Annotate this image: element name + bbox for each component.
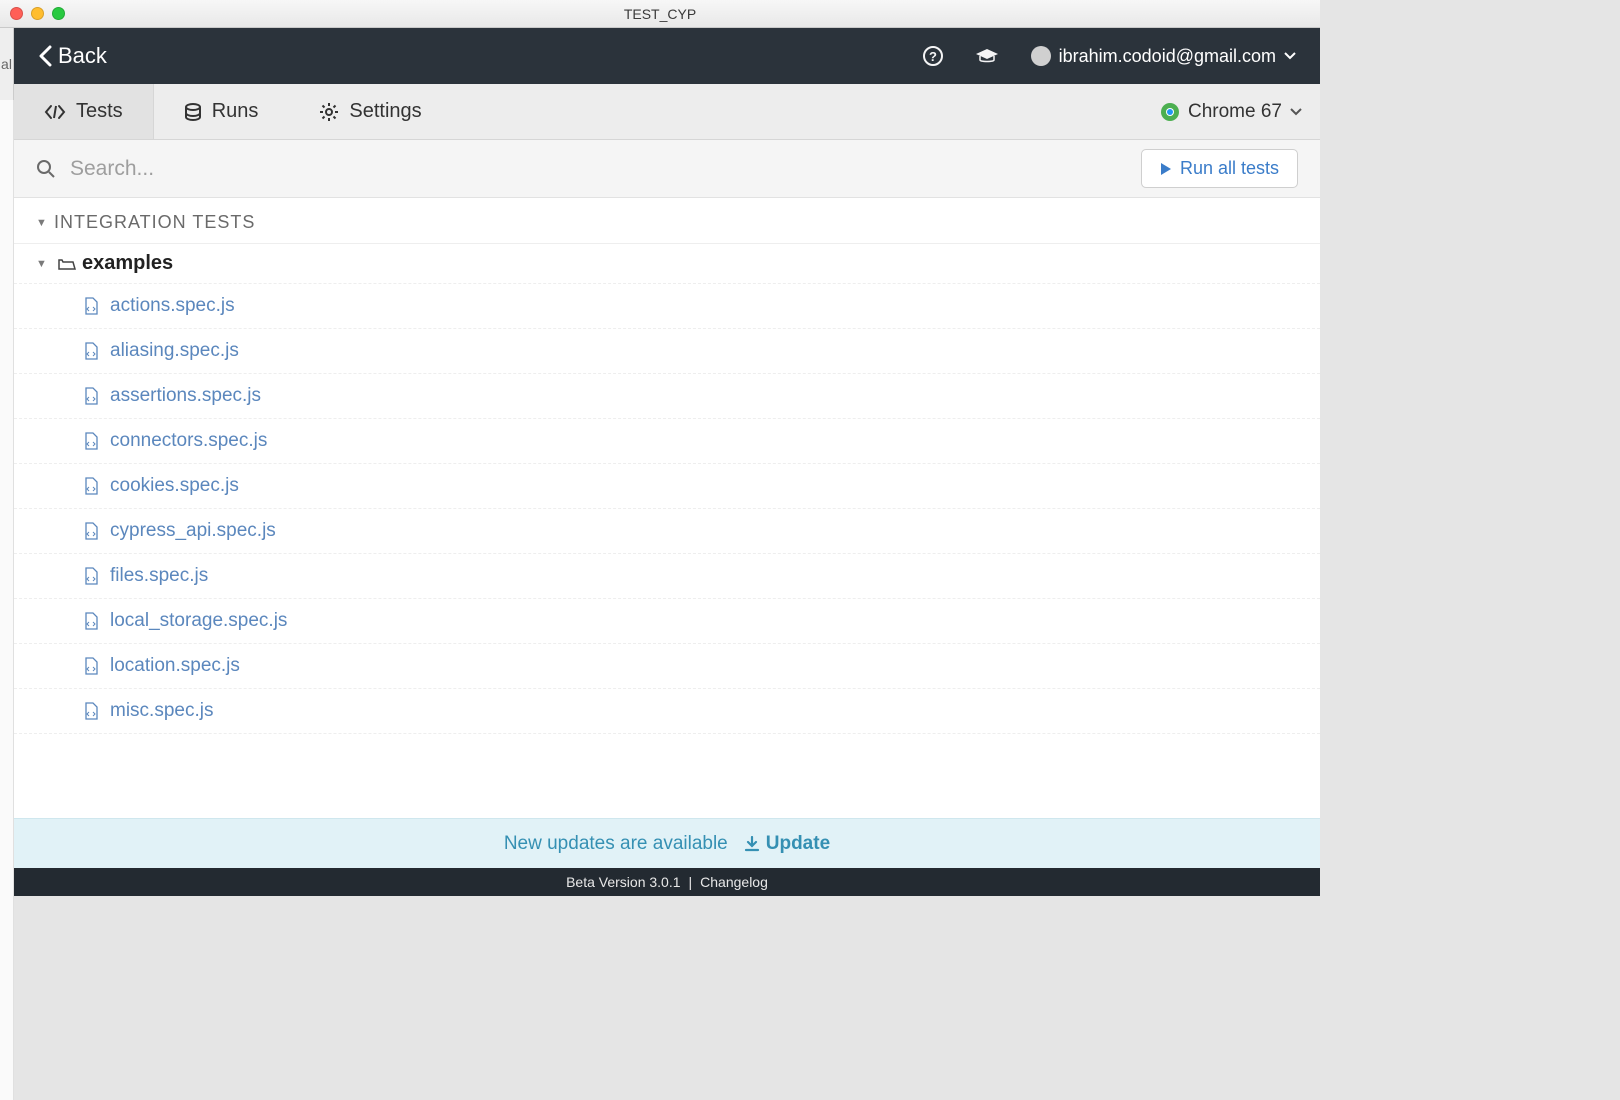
tab-runs[interactable]: Runs — [154, 84, 290, 139]
left-edge-stub: al — [0, 28, 14, 100]
file-code-icon — [84, 477, 98, 495]
titlebar: TEST_CYP — [0, 0, 1320, 28]
spec-file-name: misc.spec.js — [110, 700, 213, 722]
user-menu[interactable]: ibrahim.codoid@gmail.com — [1031, 46, 1296, 67]
caret-down-icon: ▼ — [36, 217, 48, 229]
database-icon — [184, 103, 202, 121]
file-code-icon — [84, 297, 98, 315]
spec-file[interactable]: local_storage.spec.js — [14, 599, 1320, 644]
search-icon — [36, 159, 56, 179]
spec-file[interactable]: location.spec.js — [14, 644, 1320, 689]
chevron-down-icon — [1290, 108, 1302, 116]
file-code-icon — [84, 657, 98, 675]
file-code-icon — [84, 612, 98, 630]
folder-open-icon — [58, 257, 76, 271]
tab-runs-label: Runs — [212, 100, 259, 123]
spec-file-name: actions.spec.js — [110, 295, 235, 317]
spec-file[interactable]: cypress_api.spec.js — [14, 509, 1320, 554]
run-all-tests-button[interactable]: Run all tests — [1141, 149, 1298, 188]
update-banner: New updates are available Update — [14, 818, 1320, 868]
footer: Beta Version 3.0.1 | Changelog — [14, 868, 1320, 896]
file-code-icon — [84, 432, 98, 450]
search-input[interactable] — [70, 157, 1127, 181]
spec-file-name: assertions.spec.js — [110, 385, 261, 407]
caret-down-icon: ▼ — [36, 258, 47, 270]
spec-file-name: connectors.spec.js — [110, 430, 267, 452]
chevron-down-icon — [1284, 52, 1296, 60]
spec-file-name: files.spec.js — [110, 565, 208, 587]
spec-file[interactable]: actions.spec.js — [14, 284, 1320, 329]
tab-tests[interactable]: Tests — [14, 84, 154, 139]
spec-file[interactable]: assertions.spec.js — [14, 374, 1320, 419]
spec-file[interactable]: misc.spec.js — [14, 689, 1320, 734]
section-title: INTEGRATION TESTS — [54, 212, 255, 233]
minimize-window-button[interactable] — [31, 7, 44, 20]
changelog-link[interactable]: Changelog — [700, 874, 768, 890]
user-email: ibrahim.codoid@gmail.com — [1059, 46, 1276, 67]
app-window: TEST_CYP al Back ? ibrahim.codoid@gmail.… — [0, 0, 1320, 896]
tree-folder[interactable]: ▼ examples — [14, 244, 1320, 284]
spec-file-name: cookies.spec.js — [110, 475, 239, 497]
spec-file-name: aliasing.spec.js — [110, 340, 239, 362]
chrome-icon — [1160, 102, 1180, 122]
app-topbar: Back ? ibrahim.codoid@gmail.com — [14, 28, 1320, 84]
left-edge-stub-lower — [0, 100, 14, 1100]
window-title: TEST_CYP — [0, 6, 1320, 22]
version-text: Beta Version 3.0.1 — [566, 874, 680, 890]
spec-file[interactable]: connectors.spec.js — [14, 419, 1320, 464]
download-icon — [744, 836, 760, 852]
spec-file-name: cypress_api.spec.js — [110, 520, 276, 542]
play-icon — [1160, 162, 1172, 176]
back-button[interactable]: Back — [38, 43, 107, 69]
docs-button[interactable] — [975, 47, 999, 65]
file-code-icon — [84, 567, 98, 585]
run-all-label: Run all tests — [1180, 158, 1279, 179]
code-icon — [44, 104, 66, 120]
tab-settings-label: Settings — [349, 100, 421, 123]
close-window-button[interactable] — [10, 7, 23, 20]
browser-selector[interactable]: Chrome 67 — [1160, 84, 1302, 139]
browser-label: Chrome 67 — [1188, 101, 1282, 123]
spec-file-name: local_storage.spec.js — [110, 610, 287, 632]
update-button[interactable]: Update — [744, 833, 830, 855]
maximize-window-button[interactable] — [52, 7, 65, 20]
tab-settings[interactable]: Settings — [289, 84, 452, 139]
file-code-icon — [84, 702, 98, 720]
help-icon: ? — [923, 46, 943, 66]
help-button[interactable]: ? — [923, 46, 943, 66]
spec-file[interactable]: cookies.spec.js — [14, 464, 1320, 509]
spec-tree: ▼ INTEGRATION TESTS ▼ examples actions.s… — [14, 198, 1320, 818]
update-label: Update — [766, 833, 830, 855]
search-row: Run all tests — [14, 140, 1320, 198]
spec-file[interactable]: files.spec.js — [14, 554, 1320, 599]
folder-name: examples — [82, 252, 173, 275]
file-code-icon — [84, 342, 98, 360]
avatar — [1031, 46, 1051, 66]
spec-file[interactable]: aliasing.spec.js — [14, 329, 1320, 374]
tree-section-header[interactable]: ▼ INTEGRATION TESTS — [14, 198, 1320, 244]
tab-bar: Tests Runs Settings — [14, 84, 1320, 140]
gear-icon — [319, 102, 339, 122]
tab-tests-label: Tests — [76, 100, 123, 123]
update-message: New updates are available — [504, 833, 728, 855]
back-label: Back — [58, 43, 107, 69]
file-code-icon — [84, 387, 98, 405]
svg-text:?: ? — [929, 49, 937, 64]
chevron-left-icon — [38, 45, 52, 67]
file-code-icon — [84, 522, 98, 540]
spec-file-name: location.spec.js — [110, 655, 240, 677]
graduation-cap-icon — [975, 47, 999, 65]
